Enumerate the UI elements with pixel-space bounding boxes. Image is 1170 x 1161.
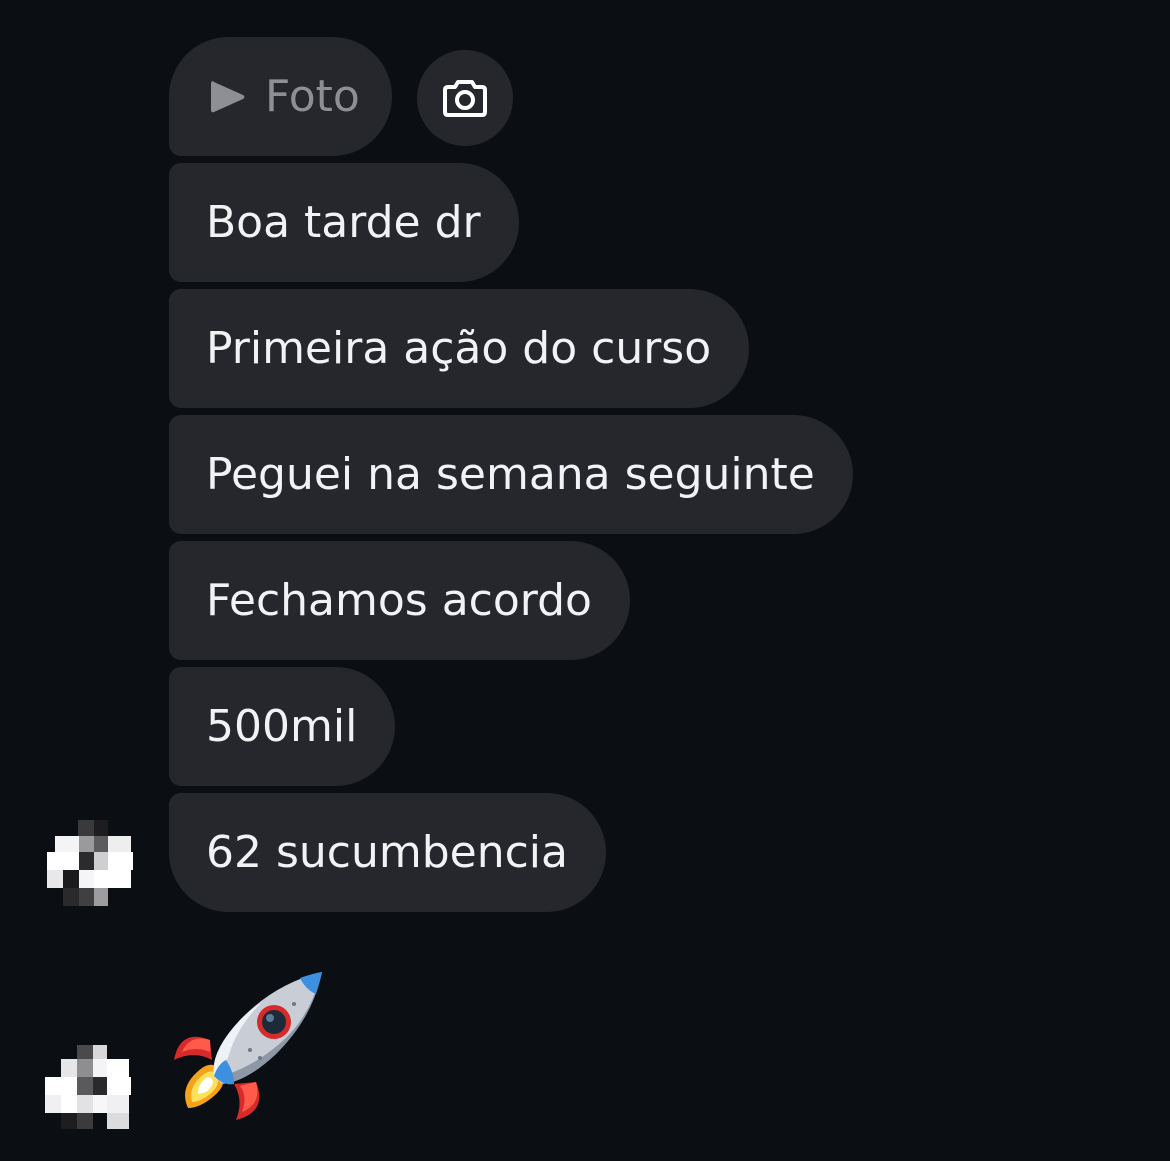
play-icon [211,80,245,112]
message-bubble[interactable]: 500mil [169,667,396,786]
camera-button[interactable] [417,50,513,146]
message-bubble[interactable]: Boa tarde dr [169,163,519,282]
camera-icon [443,80,487,117]
message-thread: Foto Boa tarde dr Primeira ação do curso… [0,0,1170,1161]
message-bubble[interactable]: Peguei na semana seguinte [169,415,853,534]
message-bubble[interactable]: 62 sucumbencia [169,793,606,912]
message-bubble[interactable]: Fechamos acordo [169,541,630,660]
rocket-icon[interactable] [170,968,330,1123]
message-bubble[interactable]: Primeira ação do curso [169,289,750,408]
avatar[interactable] [43,1043,133,1133]
avatar[interactable] [45,818,135,908]
photo-attachment[interactable]: Foto [169,37,392,156]
photo-label: Foto [265,71,360,122]
